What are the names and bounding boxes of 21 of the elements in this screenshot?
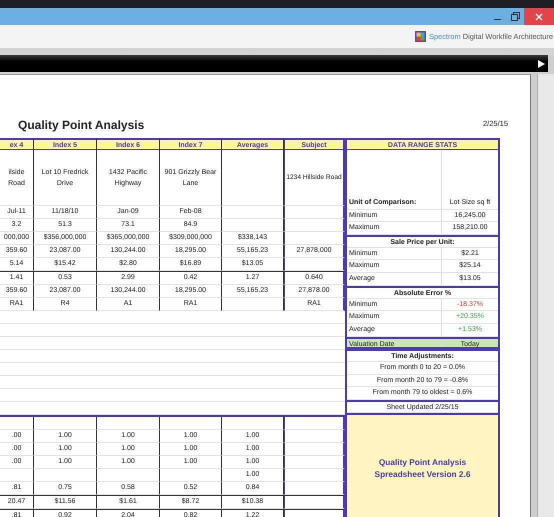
play-icon[interactable]: [538, 60, 545, 68]
restore-icon: [510, 12, 520, 21]
empty-cell: [0, 417, 34, 430]
sheet-title: Quality Point Analysis: [18, 117, 144, 134]
close-icon: [535, 12, 543, 20]
close-button[interactable]: [524, 8, 554, 25]
empty-cell: [222, 219, 284, 232]
empty-cell: [97, 417, 160, 430]
version-text: Quality Point Analysis: [378, 456, 466, 468]
empty-cell: [34, 417, 97, 430]
empty-cell: [160, 417, 222, 430]
empty-cell: [160, 469, 222, 482]
empty-cell: [222, 150, 284, 206]
empty-cell: [97, 469, 160, 482]
empty-cell: [0, 469, 34, 482]
version-text: Spreadsheet Version 2.6: [374, 468, 470, 480]
empty-cell: [222, 206, 284, 219]
empty-cell: [222, 417, 284, 430]
empty-cell: [34, 469, 97, 482]
minimize-icon: [494, 18, 500, 20]
app-logo-icon: [415, 31, 426, 42]
